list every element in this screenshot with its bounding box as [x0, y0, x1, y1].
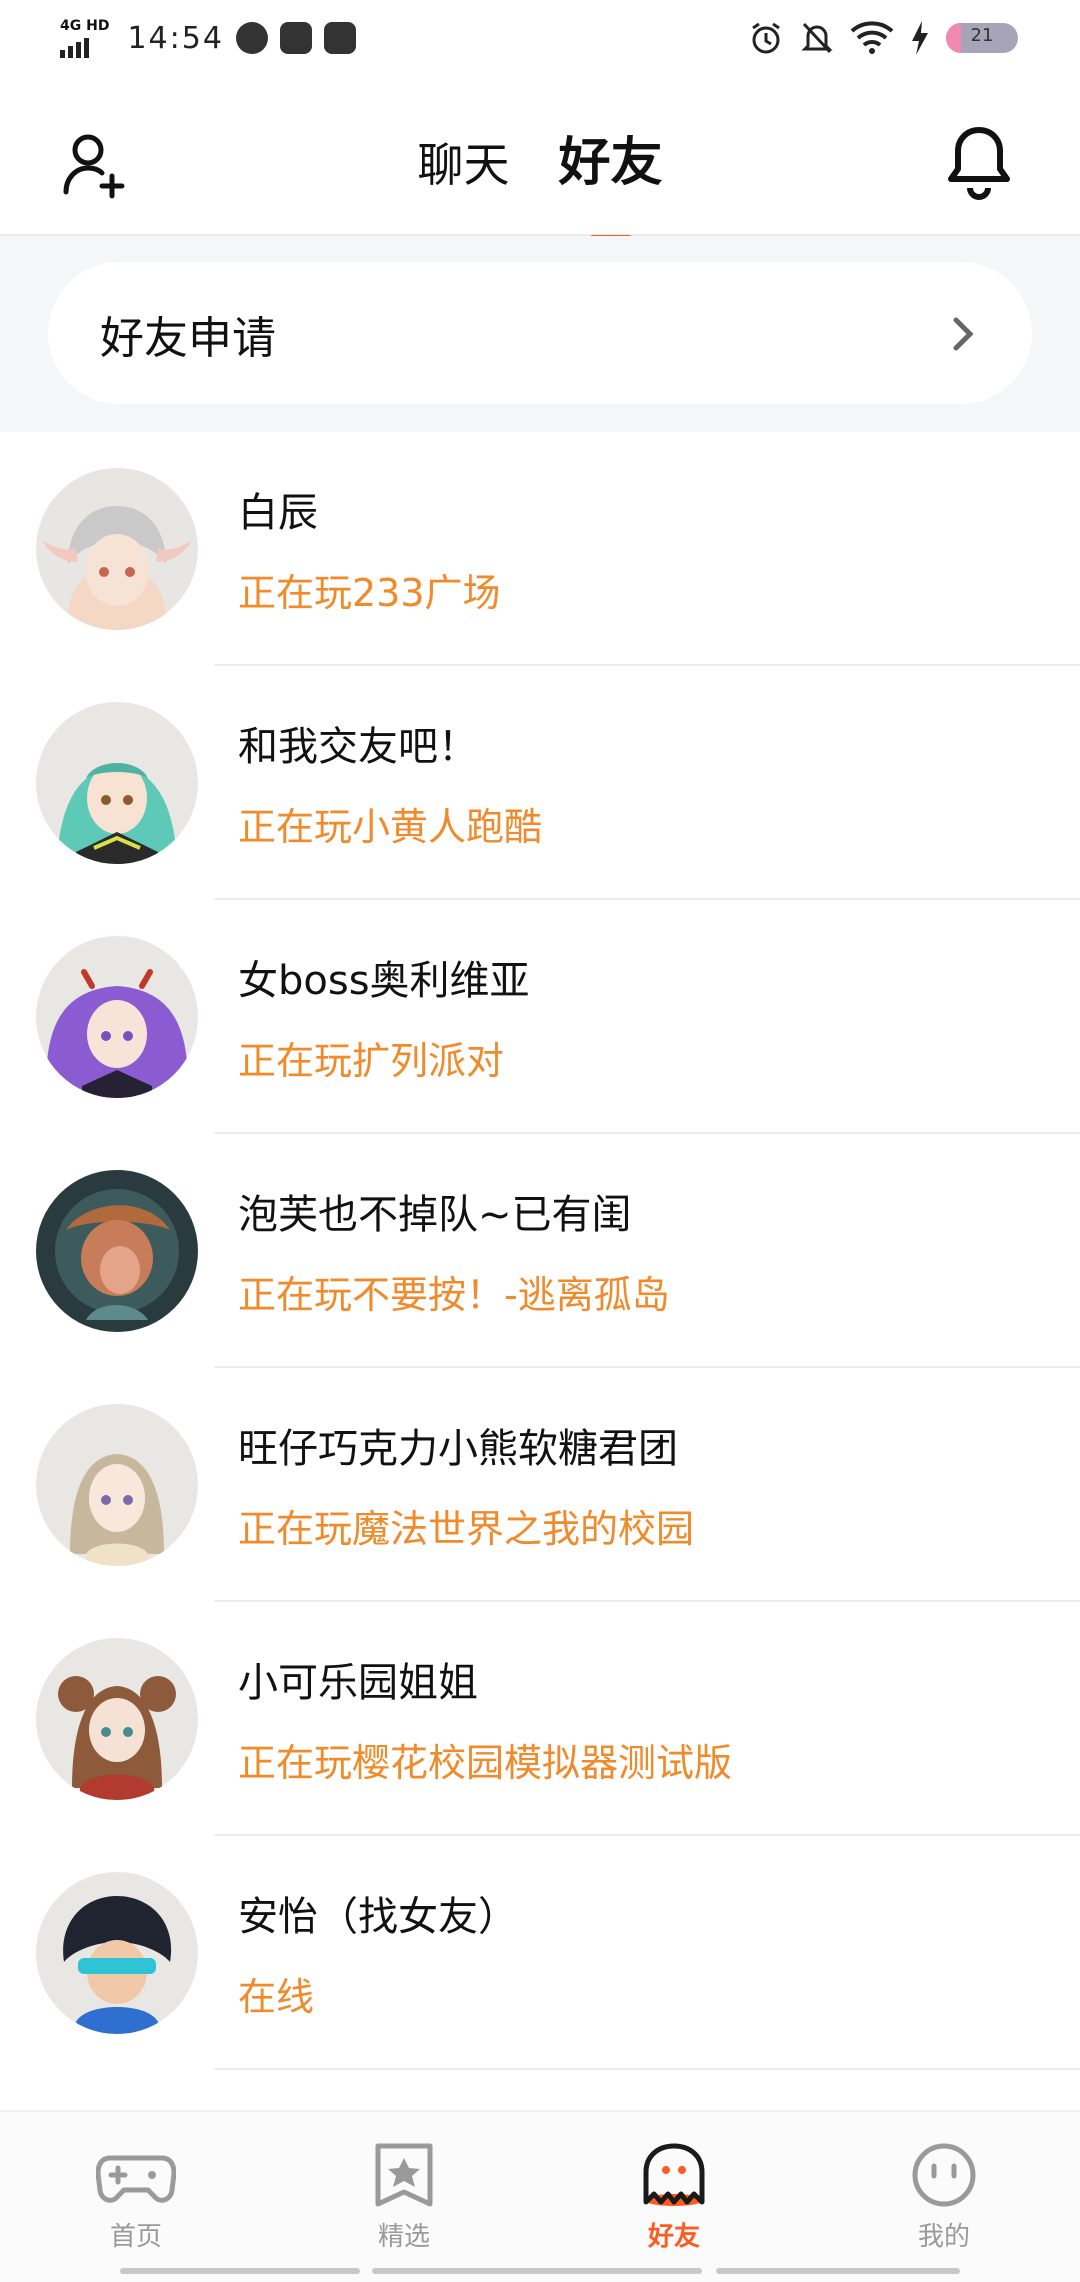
friend-status: 正在玩魔法世界之我的校园	[238, 1507, 695, 1551]
friend-status: 正在玩233广场	[238, 571, 501, 615]
list-item[interactable]: 旺仔巧克力小熊软糖君团 正在玩魔法世界之我的校园	[0, 1368, 1080, 1602]
mute-icon	[801, 22, 833, 54]
friend-status: 正在玩小黄人跑酷	[238, 805, 543, 849]
gesture-bar-left	[120, 2268, 360, 2274]
battery-level: 21	[970, 25, 994, 46]
list-item[interactable]: 女boss奥利维亚 正在玩扩列派对	[0, 900, 1080, 1134]
clock: 14:54	[127, 20, 224, 56]
friend-name: 旺仔巧克力小熊软糖君团	[238, 1426, 678, 1472]
network-type: 4G HD	[60, 18, 110, 34]
status-bar-left: 4G HD 14:54	[60, 18, 356, 58]
tab-friends[interactable]: 好友	[558, 120, 663, 245]
top-navigation: 聊天 好友	[0, 80, 1080, 245]
friend-status: 正在玩不要按！-逃离孤岛	[238, 1273, 670, 1317]
nav-me[interactable]: 我的	[854, 2142, 1034, 2253]
avatar	[36, 1404, 198, 1566]
wifi-icon	[850, 21, 894, 54]
battery-icon: 21	[946, 23, 1018, 53]
signal-icon: 4G HD	[60, 18, 109, 58]
ghost-icon	[643, 2143, 705, 2206]
navigation-icon	[235, 22, 268, 54]
status-bar-right: 21	[748, 20, 1018, 56]
nav-me-label: 我的	[917, 2222, 970, 2252]
avatar	[36, 1170, 198, 1332]
tab-chat[interactable]: 聊天	[417, 129, 509, 195]
mail-icon	[323, 22, 356, 54]
nav-friends-label: 好友	[647, 2222, 700, 2252]
avatar	[36, 936, 198, 1098]
list-item[interactable]: 安怡（找女友） 在线	[0, 1836, 1080, 2070]
friend-list: 白辰 正在玩233广场 和我交友吧！ 正在玩小黄人跑酷 女boss奥利维亚 正在…	[0, 432, 1080, 2070]
avatar	[36, 702, 198, 864]
nav-featured[interactable]: 精选	[314, 2142, 494, 2253]
friend-name: 白辰	[238, 490, 318, 536]
divider	[214, 2068, 1080, 2070]
video-icon	[279, 22, 312, 54]
nav-featured-label: 精选	[377, 2222, 430, 2252]
bottom-navigation: 首页 精选 好友 我的	[0, 2110, 1080, 2282]
avatar	[36, 1638, 198, 1800]
friend-name: 小可乐园姐姐	[238, 1660, 478, 1706]
gesture-bar-middle	[372, 2268, 702, 2274]
tab-friends-label: 好友	[558, 133, 663, 193]
smiley-icon	[912, 2143, 976, 2207]
list-item[interactable]: 泡芙也不掉队~已有闺 正在玩不要按！-逃离孤岛	[0, 1134, 1080, 1368]
chevron-right-icon	[953, 317, 974, 351]
bell-icon[interactable]	[944, 124, 1014, 200]
nav-friends[interactable]: 好友	[584, 2142, 764, 2253]
list-item[interactable]: 和我交友吧！ 正在玩小黄人跑酷	[0, 666, 1080, 900]
charging-icon	[912, 21, 928, 55]
friend-request-button[interactable]: 好友申请	[48, 262, 1032, 404]
gamepad-icon	[95, 2155, 177, 2203]
star-bookmark-icon	[375, 2143, 433, 2207]
nav-home[interactable]: 首页	[46, 2142, 226, 2253]
friend-status: 正在玩扩列派对	[238, 1039, 505, 1083]
header-tabs: 聊天 好友	[0, 120, 1080, 245]
friend-name: 泡芙也不掉队~已有闺	[238, 1192, 632, 1238]
friend-status: 在线	[238, 1975, 315, 2019]
list-item[interactable]: 白辰 正在玩233广场	[0, 432, 1080, 666]
friend-status: 正在玩樱花校园模拟器测试版	[238, 1741, 733, 1785]
friend-request-label: 好友申请	[100, 313, 276, 364]
friend-name: 安怡（找女友）	[238, 1894, 518, 1940]
friend-name: 和我交友吧！	[238, 724, 478, 770]
alarm-icon	[752, 22, 780, 54]
gesture-bar-right	[716, 2268, 960, 2274]
avatar	[36, 1872, 198, 2034]
avatar	[36, 468, 198, 630]
status-bar: 4G HD 14:54 21	[0, 0, 1080, 80]
friend-request-section: 好友申请	[0, 236, 1080, 432]
friend-name: 女boss奥利维亚	[238, 958, 530, 1004]
nav-home-label: 首页	[109, 2222, 162, 2252]
list-item[interactable]: 小可乐园姐姐 正在玩樱花校园模拟器测试版	[0, 1602, 1080, 1836]
